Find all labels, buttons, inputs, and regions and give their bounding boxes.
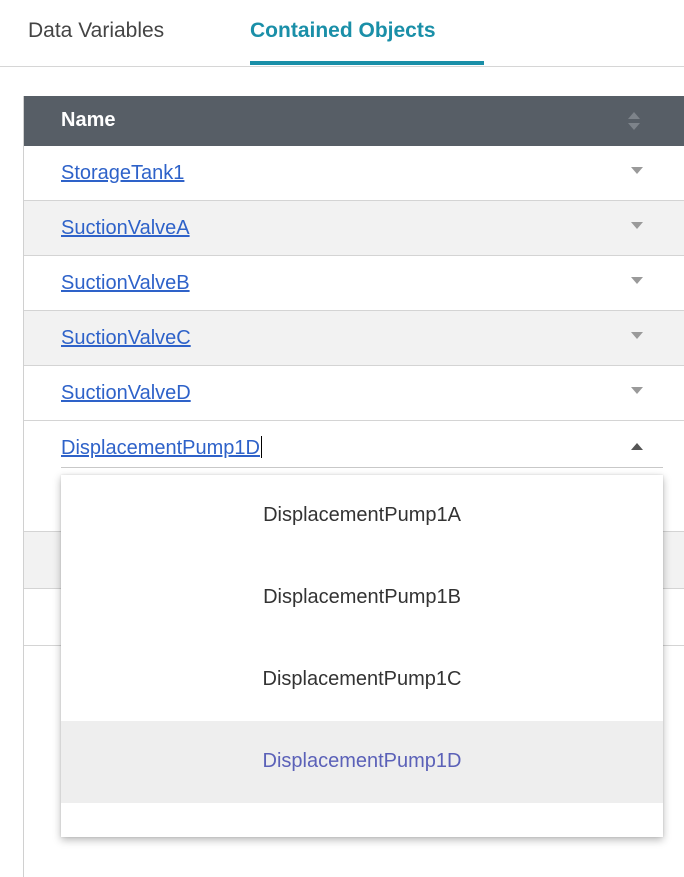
object-link-suctionvalvec[interactable]: SuctionValveC bbox=[61, 326, 191, 350]
chevron-down-icon[interactable] bbox=[631, 222, 643, 230]
sort-icon[interactable] bbox=[627, 110, 641, 132]
text-cursor bbox=[260, 436, 262, 458]
tab-data-variables[interactable]: Data Variables bbox=[28, 18, 164, 44]
dropdown-option[interactable]: DisplacementPump1B bbox=[61, 557, 663, 639]
object-link-storagetank1[interactable]: StorageTank1 bbox=[61, 161, 184, 185]
object-link-suctionvalvea[interactable]: SuctionValveA bbox=[61, 216, 190, 240]
table-row: StorageTank1 bbox=[24, 146, 684, 201]
table-row-editing: DisplacementPump1D bbox=[24, 421, 684, 475]
dropdown-option-selected[interactable]: DisplacementPump1D bbox=[61, 721, 663, 803]
active-tab-indicator bbox=[250, 61, 484, 65]
table-header: Name bbox=[24, 96, 684, 146]
table-row: SuctionValveA bbox=[24, 201, 684, 256]
tab-contained-objects[interactable]: Contained Objects bbox=[250, 18, 436, 44]
chevron-down-icon[interactable] bbox=[631, 277, 643, 285]
chevron-up-icon[interactable] bbox=[631, 442, 643, 450]
column-header-name[interactable]: Name bbox=[61, 108, 115, 132]
chevron-down-icon[interactable] bbox=[631, 167, 643, 175]
tab-bar: Data Variables Contained Objects bbox=[0, 0, 684, 67]
table-row: SuctionValveB bbox=[24, 256, 684, 311]
object-name-input[interactable]: DisplacementPump1D bbox=[61, 436, 262, 460]
object-name-value: DisplacementPump1D bbox=[61, 437, 260, 459]
dropdown-option-label: DisplacementPump1C bbox=[262, 668, 462, 690]
input-underline bbox=[61, 467, 663, 468]
chevron-down-icon[interactable] bbox=[631, 332, 643, 340]
object-link-suctionvalved[interactable]: SuctionValveD bbox=[61, 381, 191, 405]
object-link-suctionvalveb[interactable]: SuctionValveB bbox=[61, 271, 190, 295]
dropdown-option-label: DisplacementPump1A bbox=[263, 504, 461, 526]
object-dropdown-list: DisplacementPump1A DisplacementPump1B Di… bbox=[61, 475, 663, 837]
contained-objects-page: Data Variables Contained Objects Name St… bbox=[0, 0, 684, 877]
dropdown-option-label: DisplacementPump1B bbox=[263, 586, 461, 608]
dropdown-option[interactable]: DisplacementPump1A bbox=[61, 475, 663, 557]
chevron-down-icon[interactable] bbox=[631, 387, 643, 395]
table-row: SuctionValveC bbox=[24, 311, 684, 366]
table-row: SuctionValveD bbox=[24, 366, 684, 421]
dropdown-option-label: DisplacementPump1D bbox=[262, 750, 462, 772]
dropdown-option[interactable]: DisplacementPump1C bbox=[61, 639, 663, 721]
